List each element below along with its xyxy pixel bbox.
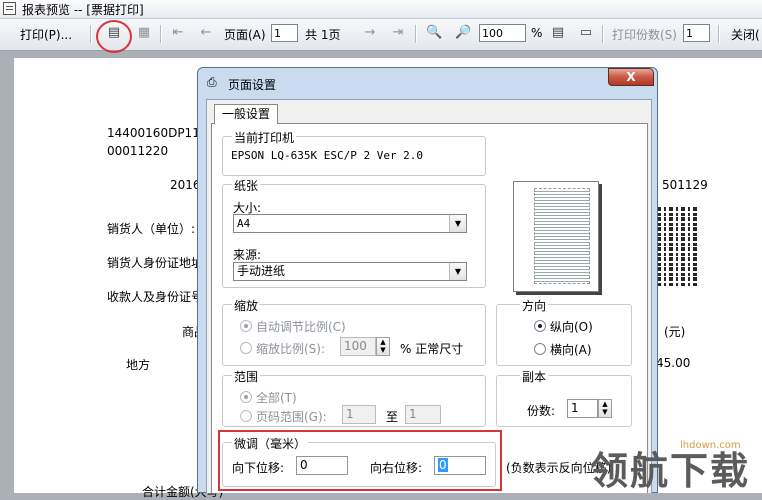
range-to-input[interactable]: 1: [405, 405, 441, 424]
range-legend: 范围: [232, 368, 261, 385]
normal-size-label: % 正常尺寸: [400, 342, 464, 356]
zoom-out-icon[interactable]: 🔍: [426, 25, 442, 41]
scale-spinner[interactable]: ▲ ▼: [376, 337, 390, 356]
seller-label: 销货人（单位）:: [107, 222, 196, 236]
page-number-input[interactable]: 1: [271, 24, 298, 42]
range-from-input[interactable]: 1: [342, 405, 376, 424]
tab-general[interactable]: 一般设置: [214, 104, 278, 124]
copies-spinner[interactable]: ▲ ▼: [598, 399, 612, 418]
report-app-icon: [3, 2, 16, 15]
auto-scale-radio[interactable]: [240, 320, 252, 332]
amount-value: 45.00: [656, 356, 691, 370]
scale-ratio-input[interactable]: 100: [340, 337, 376, 356]
total-pages-label: 共 1页: [305, 28, 341, 42]
payee-id-label: 收款人及身份证号: [107, 290, 204, 304]
copies-count-input[interactable]: 1: [567, 399, 598, 418]
copies-count-label: 份数:: [527, 404, 556, 418]
paper-source-label: 来源:: [233, 248, 262, 262]
chevron-down-icon[interactable]: ▼: [449, 263, 466, 280]
unit-label: (元): [664, 325, 686, 339]
toolbar-separator: [718, 25, 720, 43]
print-copies-input[interactable]: 1: [683, 24, 710, 42]
paper-source-select[interactable]: 手动进纸 ▼: [233, 262, 467, 281]
chevron-down-icon[interactable]: ▼: [449, 215, 466, 232]
portrait-radio[interactable]: [534, 320, 546, 332]
print-button[interactable]: 打印(P)...: [20, 26, 72, 43]
portrait-label: 纵向(O): [550, 320, 593, 334]
percent-label: %: [531, 26, 543, 40]
paper-size-value: A4: [237, 217, 251, 230]
print-copies-label: 打印份数(S): [612, 28, 677, 42]
scale-legend: 缩放: [232, 297, 261, 314]
printer-name: EPSON LQ-635K ESC/P 2 Ver 2.0: [231, 149, 424, 162]
place-label: 地方: [126, 358, 151, 372]
zoom-input[interactable]: 100: [479, 24, 526, 42]
close-button[interactable]: 关闭(: [731, 26, 760, 43]
all-pages-radio[interactable]: [240, 391, 252, 403]
dialog-close-button[interactable]: X: [608, 68, 654, 86]
invoice-code: 14400160DP11: [107, 126, 200, 140]
next-page-icon[interactable]: →: [362, 25, 378, 41]
page-range-radio[interactable]: [240, 410, 252, 422]
paper-legend: 纸张: [232, 177, 261, 194]
range-to-label: 至: [386, 410, 399, 424]
orientation-legend: 方向: [520, 297, 549, 314]
highlight-circle: [96, 20, 132, 53]
window-titlebar: 报表预览 -- [票据打印]: [0, 0, 762, 19]
toolbar-separator: [90, 25, 92, 43]
copies-legend: 副本: [520, 368, 549, 385]
last-page-icon[interactable]: ⇥: [390, 25, 406, 41]
paper-source-value: 手动进纸: [237, 264, 286, 278]
toolbar-separator: [160, 25, 162, 43]
watermark-site: lhdown.com: [680, 440, 741, 451]
paper-size-select[interactable]: A4 ▼: [233, 214, 467, 233]
page-label: 页面(A): [224, 28, 266, 42]
preview-lines: [534, 188, 590, 284]
toolbar-separator: [415, 25, 417, 43]
whole-page-icon[interactable]: ▭: [578, 25, 594, 41]
scale-ratio-radio[interactable]: [240, 342, 252, 354]
printer-setup-icon[interactable]: ▦: [136, 25, 152, 41]
zoom-in-icon[interactable]: 🔎: [455, 25, 471, 41]
date-text: 2016: [170, 178, 201, 192]
scale-ratio-label: 缩放比例(S):: [256, 342, 326, 356]
invoice-number: 00011220: [107, 144, 169, 158]
landscape-radio[interactable]: [534, 343, 546, 355]
page-range-label: 页码范围(G):: [256, 410, 327, 424]
page-width-icon[interactable]: ▤: [550, 25, 566, 41]
auto-scale-label: 自动调节比例(C): [256, 320, 346, 334]
toolbar-separator: [602, 25, 604, 43]
dialog-title: 页面设置: [228, 78, 277, 92]
previous-page-icon[interactable]: ←: [198, 25, 214, 41]
window-title: 报表预览 -- [票据打印]: [22, 3, 144, 17]
qr-code-pattern: [657, 206, 699, 286]
first-page-icon[interactable]: ⇤: [170, 25, 186, 41]
printer-legend: 当前打印机: [232, 129, 297, 146]
all-pages-label: 全部(T): [256, 391, 297, 405]
seller-address-label: 销货人身份证地址: [107, 256, 204, 270]
number-text: 501129: [662, 178, 708, 192]
printer-icon: ⎙: [207, 75, 217, 89]
landscape-label: 横向(A): [550, 343, 592, 357]
highlight-box: [218, 430, 502, 491]
page-preview-thumbnail: [513, 181, 599, 292]
